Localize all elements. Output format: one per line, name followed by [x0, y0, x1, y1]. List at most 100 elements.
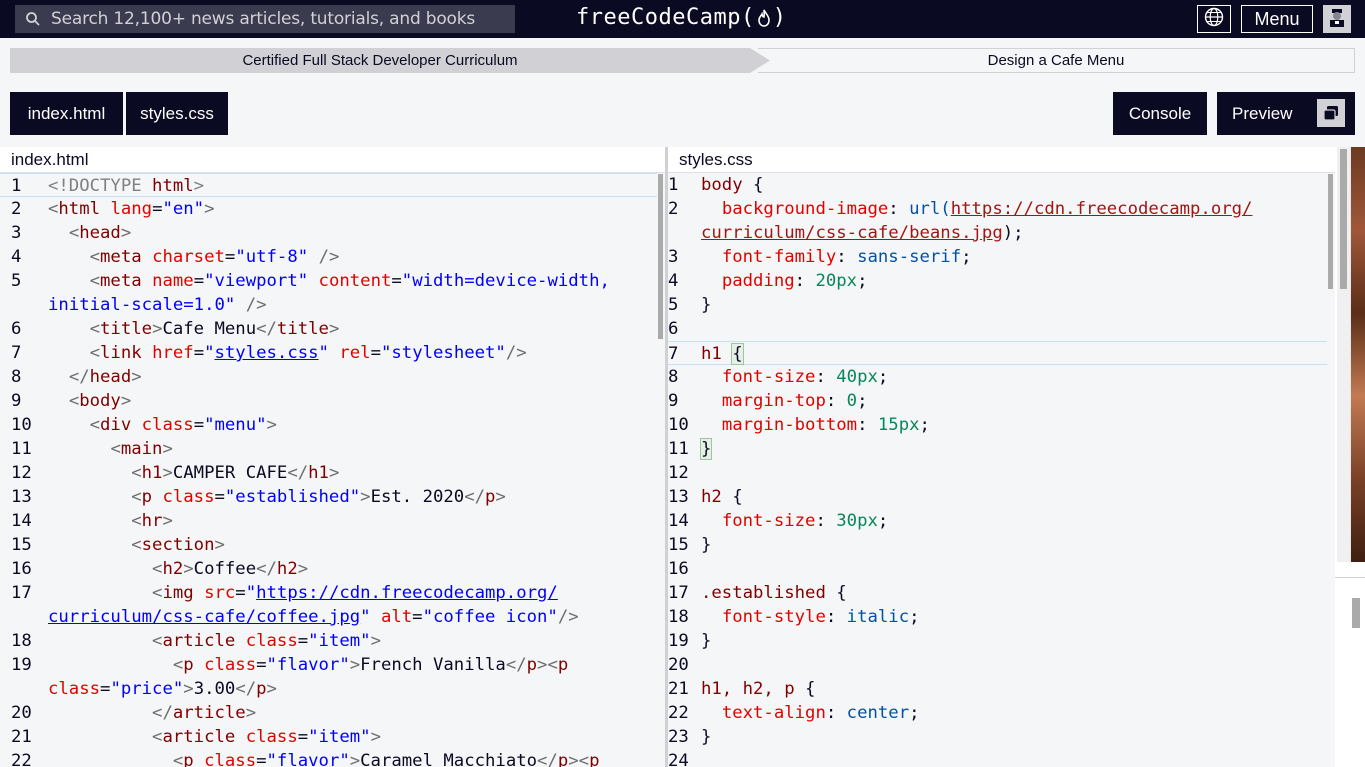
code-line[interactable]: 6	[668, 317, 1327, 341]
code-token: >	[349, 751, 361, 767]
code-line[interactable]: 16 <h2>Coffee</h2>	[0, 557, 657, 581]
code-line[interactable]: 23}	[668, 725, 1327, 749]
code-line[interactable]: 22 <p class="flavor">Caramel Macchiato</…	[0, 749, 657, 767]
preview-scrollbar-thumb[interactable]	[1340, 149, 1347, 289]
preview-lower-pane	[1335, 577, 1365, 767]
css-editor-scrollbar[interactable]	[1327, 173, 1335, 767]
html-code-area[interactable]: 1 <!DOCTYPE html> 2 <html lang="en"> 3 <head…	[0, 173, 665, 767]
flame-icon	[757, 9, 771, 27]
code-line[interactable]: 5}	[668, 293, 1327, 317]
code-line[interactable]: 12 <h1>CAMPER CAFE</h1>	[0, 461, 657, 485]
code-line[interactable]: 8 font-size: 40px;	[668, 365, 1327, 389]
code-token: >	[193, 176, 205, 196]
code-token: "	[204, 343, 215, 363]
popout-preview-icon[interactable]	[1317, 99, 1345, 127]
breadcrumb-project[interactable]: Design a Cafe Menu	[758, 48, 1355, 73]
code-line[interactable]: 20 </article>	[0, 701, 657, 725]
scrollbar-thumb[interactable]	[658, 174, 663, 339]
code-line[interactable]: 9 <body>	[0, 389, 657, 413]
code-line[interactable]: 22 text-align: center;	[668, 701, 1327, 725]
code-token: >	[214, 535, 225, 555]
code-token: <	[131, 463, 142, 483]
code-token: :	[825, 391, 847, 411]
console-button[interactable]: Console	[1113, 92, 1207, 135]
preview-button[interactable]: Preview	[1217, 92, 1355, 135]
search-input[interactable]: Search 12,100+ news articles, tutorials,…	[51, 9, 475, 29]
code-line[interactable]: 21 <article class="item">	[0, 725, 657, 749]
freecodecamp-logo[interactable]: freeCodeCamp( )	[576, 5, 786, 30]
line-number: 22	[11, 751, 32, 767]
code-line[interactable]: 14 <hr>	[0, 509, 657, 533]
code-line[interactable]: 17 .established {	[668, 581, 1327, 605]
code-line[interactable]: 13 <p class="established">Est. 2020</p>	[0, 485, 657, 509]
html-editor[interactable]: index.html 1 <!DOCTYPE html> 2 <html lang="…	[0, 147, 665, 767]
code-line[interactable]: 7 h1 {	[668, 341, 1327, 365]
code-line[interactable]: 18 font-style: italic;	[668, 605, 1327, 629]
code-line[interactable]: 1 <!DOCTYPE html>	[0, 173, 657, 197]
language-button[interactable]	[1197, 5, 1231, 33]
code-line[interactable]: 17 <img src="https://cdn.freecodecamp.or…	[0, 581, 657, 605]
code-line[interactable]: 4 padding: 20px;	[668, 269, 1327, 293]
tab-styles-css[interactable]: styles.css	[126, 92, 228, 135]
code-line[interactable]: 7 <link href="styles.css" rel="styleshee…	[0, 341, 657, 365]
code-token: }	[701, 295, 712, 315]
code-line[interactable]: 1 body {	[668, 173, 1327, 197]
tab-index-html[interactable]: index.html	[10, 92, 123, 135]
code-line[interactable]: 3 <head>	[0, 221, 657, 245]
code-line[interactable]: curriculum/css-cafe/coffee.jpg" alt="cof…	[0, 605, 657, 629]
code-line[interactable]: curriculum/css-cafe/beans.jpg);	[668, 221, 1327, 245]
code-line[interactable]: 19 <p class="flavor">French Vanilla</p><…	[0, 653, 657, 677]
code-line[interactable]: 20	[668, 653, 1327, 677]
code-token: =	[256, 751, 267, 767]
code-text: <img src="https://cdn.freecodecamp.org/	[48, 581, 558, 605]
code-line[interactable]: 21 h1, h2, p {	[668, 677, 1327, 701]
code-line[interactable]: 15 <section>	[0, 533, 657, 557]
code-token: <	[89, 271, 101, 291]
code-line[interactable]: 16	[668, 557, 1327, 581]
code-line[interactable]: 9 margin-top: 0;	[668, 389, 1327, 413]
code-text: <link href="styles.css" rel="stylesheet"…	[48, 341, 527, 365]
preview-lower-scrollbar-thumb[interactable]	[1352, 598, 1360, 628]
code-token: >	[162, 511, 173, 531]
code-token: Est. 2020	[370, 487, 465, 507]
menu-button[interactable]: Menu	[1241, 5, 1313, 33]
code-line[interactable]: 12	[668, 461, 1327, 485]
code-line[interactable]: 18 <article class="item">	[0, 629, 657, 653]
code-token: "	[245, 583, 257, 603]
css-editor[interactable]: styles.css 1 body {2 background-image: ur…	[668, 147, 1335, 767]
preview-scrollbar[interactable]	[1337, 147, 1351, 562]
code-line[interactable]: 3 font-family: sans-serif;	[668, 245, 1327, 269]
code-token: title	[276, 319, 329, 339]
css-code-area[interactable]: 1 body {2 background-image: url(https://c…	[668, 173, 1335, 767]
code-token: section	[141, 535, 215, 555]
code-line[interactable]: initial-scale=1.0" />	[0, 293, 657, 317]
line-number: 3	[668, 247, 679, 267]
code-line[interactable]: 2 <html lang="en">	[0, 197, 657, 221]
breadcrumb-curriculum[interactable]: Certified Full Stack Developer Curriculu…	[10, 48, 770, 73]
code-line[interactable]: 2 background-image: url(https://cdn.free…	[668, 197, 1327, 221]
code-line[interactable]: 6 <title>Cafe Menu</title>	[0, 317, 657, 341]
user-avatar[interactable]	[1323, 5, 1351, 33]
code-line[interactable]: class="price">3.00</p>	[0, 677, 657, 701]
code-line[interactable]: 11 <main>	[0, 437, 657, 461]
code-token: {	[721, 487, 743, 507]
code-line[interactable]: 13 h2 {	[668, 485, 1327, 509]
code-line[interactable]: 19}	[668, 629, 1327, 653]
code-line[interactable]: 24	[668, 749, 1327, 767]
scrollbar-thumb[interactable]	[1328, 174, 1333, 289]
code-line[interactable]: 11}	[668, 437, 1327, 461]
search-bar[interactable]: Search 12,100+ news articles, tutorials,…	[15, 5, 515, 33]
code-token: =	[235, 583, 246, 603]
html-editor-scrollbar[interactable]	[657, 173, 665, 767]
code-token: =	[412, 607, 423, 627]
code-line[interactable]: 4 <meta charset="utf-8" />	[0, 245, 657, 269]
code-token: <	[152, 559, 163, 579]
code-line[interactable]: 10 <div class="menu">	[0, 413, 657, 437]
code-line[interactable]: 15}	[668, 533, 1327, 557]
code-token: ;	[857, 391, 868, 411]
code-line[interactable]: 5 <meta name="viewport" content="width=d…	[0, 269, 657, 293]
code-line[interactable]: 10 margin-bottom: 15px;	[668, 413, 1327, 437]
code-line[interactable]: 8 </head>	[0, 365, 657, 389]
code-line[interactable]: 14 font-size: 30px;	[668, 509, 1327, 533]
